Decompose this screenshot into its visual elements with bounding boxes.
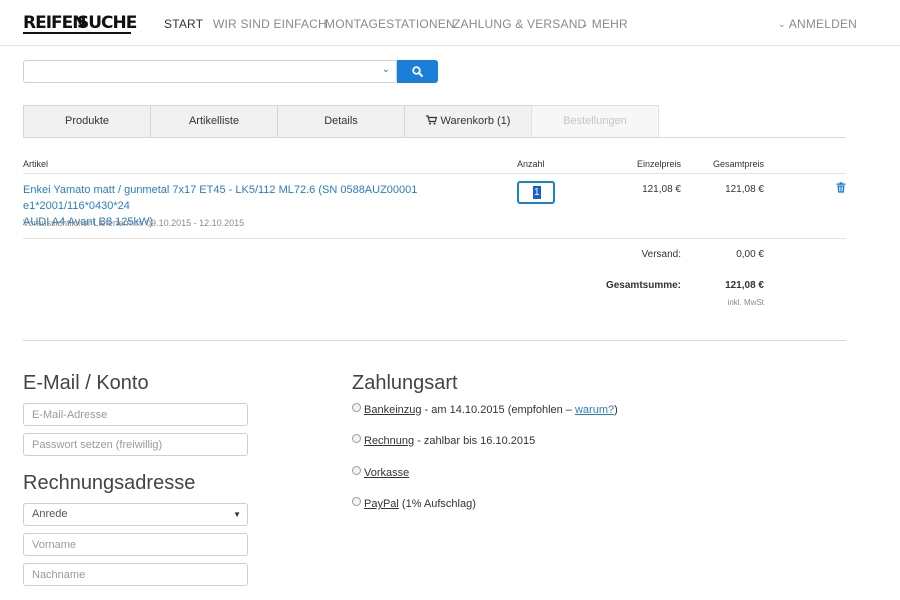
- tabs-divider: [23, 137, 846, 138]
- payment-option-vorkasse[interactable]: Vorkasse: [352, 465, 409, 479]
- payment-name-paypal[interactable]: PayPal: [364, 498, 399, 510]
- row-divider: [23, 238, 846, 239]
- unit-price: 121,08 €: [642, 184, 681, 195]
- radio-vorkasse[interactable]: [352, 465, 361, 475]
- nav-anmelden[interactable]: ⌄ ANMELDEN: [778, 17, 857, 31]
- total-value: 121,08 €: [725, 280, 764, 291]
- tab-warenkorb[interactable]: Warenkorb (1): [404, 105, 532, 138]
- nav-start[interactable]: START: [164, 17, 203, 31]
- trash-icon[interactable]: [836, 182, 846, 193]
- payment-name-vorkasse[interactable]: Vorkasse: [364, 467, 409, 479]
- payment-name-rechnung[interactable]: Rechnung: [364, 435, 414, 447]
- shopping-cart-icon: [425, 115, 437, 125]
- tab-produkte[interactable]: Produkte: [23, 105, 151, 138]
- payment-option-rechnung[interactable]: Rechnung - zahlbar bis 16.10.2015: [352, 433, 536, 447]
- quantity-value: 1: [533, 186, 541, 199]
- column-header-artikel: Artikel: [23, 159, 49, 169]
- radio-paypal[interactable]: [352, 496, 361, 506]
- column-header-anzahl: Anzahl: [517, 159, 545, 169]
- chevron-down-icon: ⌄: [581, 19, 589, 29]
- chevron-down-icon: ⌄: [778, 19, 786, 29]
- tab-bestellungen: Bestellungen: [531, 105, 659, 138]
- vat-note: inkl. MwSt: [727, 298, 764, 307]
- salutation-value: Anrede: [32, 508, 68, 520]
- table-divider: [23, 173, 846, 174]
- shipping-label: Versand:: [641, 249, 681, 260]
- payment-name-bankeinzug[interactable]: Bankeinzug: [364, 404, 422, 416]
- chevron-down-icon: ⌄: [381, 64, 390, 75]
- tab-warenkorb-label: Warenkorb (1): [440, 115, 511, 127]
- account-heading: E-Mail / Konto: [23, 372, 149, 394]
- nav-mehr[interactable]: ⌄ MEHR: [581, 17, 628, 31]
- payment-option-paypal[interactable]: PayPal (1% Aufschlag): [352, 496, 476, 510]
- nav-montagestationen[interactable]: MONTAGESTATIONEN: [325, 17, 455, 31]
- column-header-gesamtpreis: Gesamtpreis: [712, 159, 764, 169]
- payment-detail-paypal: (1% Aufschlag): [398, 498, 476, 510]
- payment-heading: Zahlungsart: [352, 372, 458, 394]
- tab-details[interactable]: Details: [277, 105, 405, 138]
- search-icon: [412, 66, 423, 77]
- delivery-estimate: Voraussichtlicher Liefertermin: 09.10.20…: [23, 218, 245, 228]
- total-label: Gesamtsumme:: [605, 280, 681, 291]
- reifensuche-logo[interactable]: REIFEN SUCHE: [23, 13, 137, 34]
- radio-bankeinzug[interactable]: [352, 402, 361, 412]
- nav-zahlung-versand[interactable]: ZAHLUNG & VERSAND: [453, 17, 586, 31]
- nav-mehr-label: MEHR: [591, 17, 628, 31]
- cart-item-title-line1: Enkei Yamato matt / gunmetal 7x17 ET45 -…: [23, 184, 418, 212]
- last-name-field[interactable]: [23, 563, 248, 586]
- payment-detail-bankeinzug: - am 14.10.2015 (empfohlen –: [421, 404, 575, 416]
- top-navigation: REIFEN SUCHE START WIR SIND EINFACH MONT…: [0, 0, 900, 46]
- search-button[interactable]: [397, 60, 438, 83]
- payment-option-bankeinzug[interactable]: Bankeinzug - am 14.10.2015 (empfohlen – …: [352, 402, 618, 416]
- salutation-select[interactable]: Anrede ▼: [23, 503, 248, 526]
- nav-anmelden-label: ANMELDEN: [788, 17, 858, 31]
- tab-artikelliste[interactable]: Artikelliste: [150, 105, 278, 138]
- column-header-einzelpreis: Einzelpreis: [636, 159, 681, 169]
- radio-rechnung[interactable]: [352, 433, 361, 443]
- billing-heading: Rechnungsadresse: [23, 472, 196, 494]
- first-name-field[interactable]: [23, 533, 248, 556]
- logo-text-right: SUCHE: [77, 13, 137, 33]
- email-field[interactable]: [23, 403, 248, 426]
- logo-underline: [23, 32, 131, 34]
- nav-wir-sind-einfach[interactable]: WIR SIND EINFACH: [213, 17, 327, 31]
- section-divider: [23, 340, 846, 341]
- search-select[interactable]: ⌄: [23, 60, 397, 83]
- quantity-input[interactable]: 1: [517, 181, 555, 204]
- caret-down-icon: ▼: [233, 510, 241, 519]
- payment-detail-rechnung: - zahlbar bis 16.10.2015: [414, 435, 536, 447]
- shipping-value: 0,00 €: [736, 249, 764, 260]
- total-price: 121,08 €: [725, 184, 764, 195]
- password-field[interactable]: [23, 433, 248, 456]
- why-link[interactable]: warum?: [575, 404, 614, 416]
- payment-detail-bankeinzug-end: ): [614, 404, 618, 416]
